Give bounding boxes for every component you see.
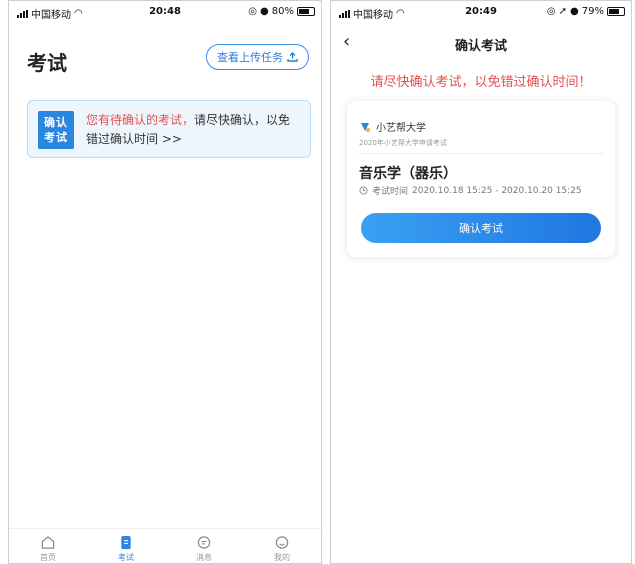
confirm-warning-text: 请尽快确认考试，以免错过确认时间！ — [370, 75, 592, 90]
battery-percent: 80% — [271, 6, 294, 17]
pending-exam-notice[interactable]: 确认 考试 您有待确认的考试，请尽快确认，以免错过确认时间 >> — [27, 100, 311, 158]
tab-home-label: 首页 — [40, 553, 56, 562]
battery-percent: 79% — [581, 6, 604, 17]
badge-line2: 考试 — [44, 131, 68, 144]
card-divider — [359, 153, 603, 154]
confirm-exam-screen: 中国移动 ◠ 20:49 ◎ ➚ ● 79% ‹ 确认考试 请尽快确认考试，以免… — [330, 0, 632, 564]
school-subtitle: 2020年小艺帮大学申请考试 — [359, 139, 447, 147]
battery-icon — [607, 7, 625, 16]
bottom-tab-bar: 首页 考试 消息 我的 — [9, 528, 321, 563]
school-logo-icon — [361, 122, 370, 132]
exam-icon — [121, 535, 131, 550]
exam-name: 音乐学（器乐） — [359, 166, 457, 182]
home-icon — [41, 536, 55, 549]
status-right: ◎ ➚ ● 79% — [547, 6, 625, 17]
location-icon: ◎ — [546, 6, 556, 17]
upload-icon — [287, 52, 298, 62]
page-title: 考试 — [27, 51, 67, 75]
view-upload-tasks-button[interactable]: 查看上传任务 — [206, 44, 309, 70]
tab-message[interactable]: 消息 — [165, 529, 243, 563]
exam-time-label: 考试时间 — [372, 187, 409, 197]
tab-home[interactable]: 首页 — [9, 529, 87, 563]
exam-time-value: 2020.10.18 15:25 - 2020.10.20 15:25 — [412, 185, 582, 196]
profile-icon — [275, 536, 289, 549]
badge-line1: 确认 — [44, 116, 68, 129]
notice-text-highlight: 您有待确认的考试， — [86, 113, 195, 127]
tab-profile-label: 我的 — [274, 553, 290, 562]
tab-message-label: 消息 — [196, 553, 212, 562]
alarm-icon: ● — [570, 6, 579, 17]
battery-icon — [297, 7, 315, 16]
confirm-exam-button[interactable]: 确认考试 — [361, 213, 601, 243]
tab-profile[interactable]: 我的 — [243, 529, 321, 563]
exam-list-screen: 中国移动 ◠ 20:48 ◎ ● 80% 考试 查看上传任务 确认 考试 您有待… — [8, 0, 322, 564]
navigation-icon: ➚ — [558, 6, 568, 17]
status-right: ◎ ● 80% — [248, 6, 315, 17]
upload-button-label: 查看上传任务 — [217, 51, 283, 64]
exam-card: 小艺帮大学 2020年小艺帮大学申请考试 音乐学（器乐） 考试时间 2020.1… — [347, 101, 615, 257]
exam-time-row: 考试时间 2020.10.18 15:25 - 2020.10.20 15:25 — [359, 184, 582, 197]
location-icon: ◎ — [248, 6, 258, 17]
message-icon — [197, 536, 211, 549]
page-title: 确认考试 — [454, 39, 507, 54]
tab-exam-label: 考试 — [118, 553, 134, 562]
confirm-exam-badge: 确认 考试 — [38, 111, 74, 149]
notice-text: 您有待确认的考试，请尽快确认，以免错过确认时间 >> — [86, 111, 300, 149]
alarm-icon: ● — [260, 6, 269, 17]
school-name: 小艺帮大学 — [376, 123, 426, 134]
tab-exam[interactable]: 考试 — [87, 529, 165, 563]
clock-icon — [359, 186, 368, 195]
status-bar: 中国移动 ◠ 20:48 ◎ ● 80% — [9, 1, 321, 23]
school-row: 小艺帮大学 — [359, 119, 426, 134]
status-bar: 中国移动 ◠ 20:49 ◎ ➚ ● 79% — [331, 1, 631, 23]
